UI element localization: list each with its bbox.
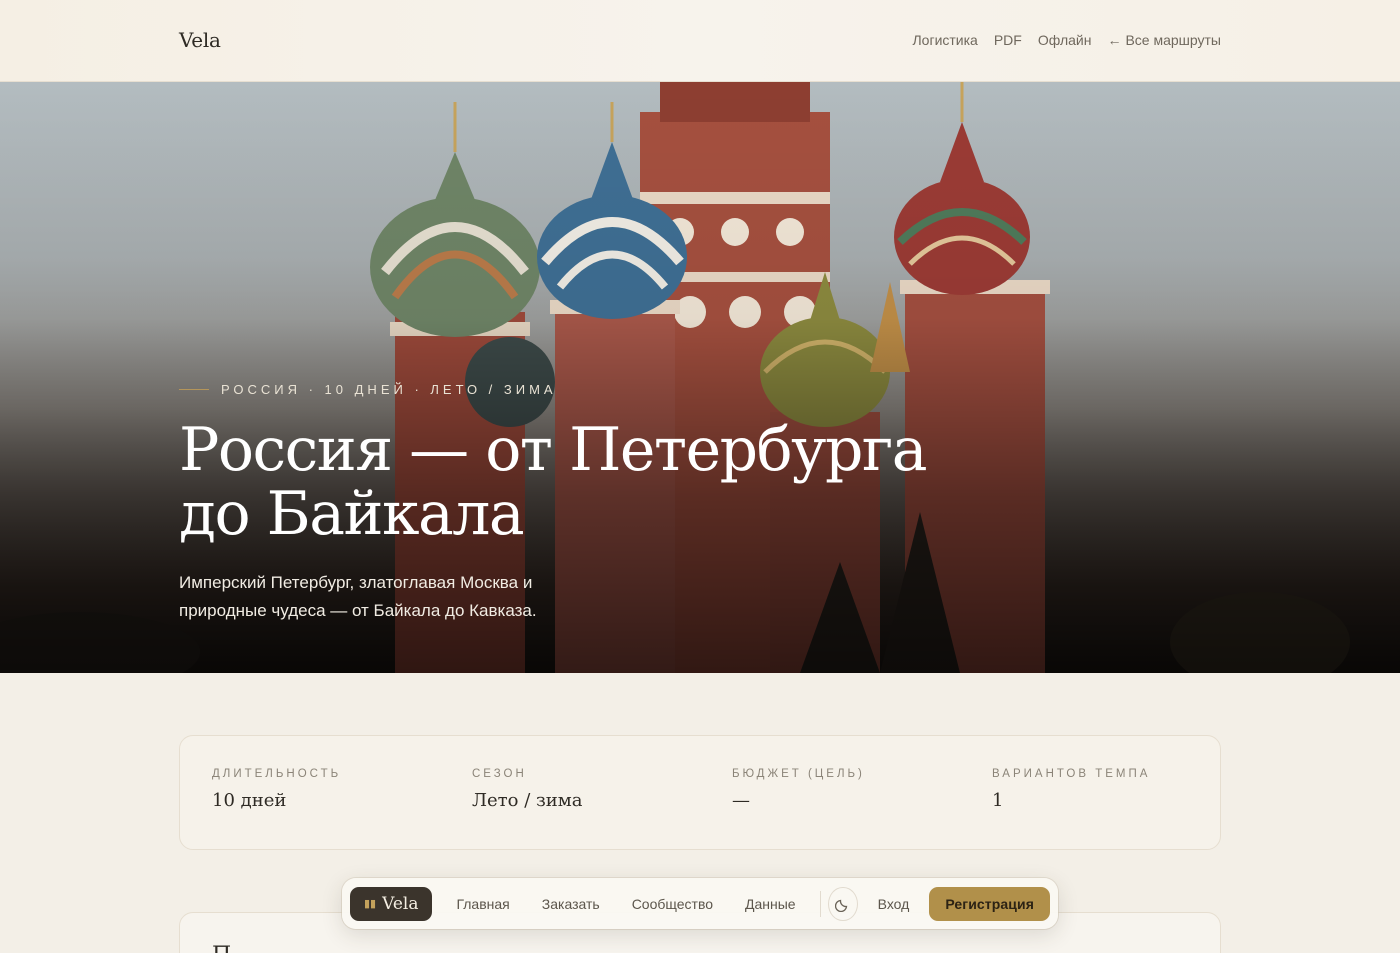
stat-budget: БЮДЖЕТ (ЦЕЛЬ) — <box>700 736 960 849</box>
hero-section: РОССИЯ · 10 ДНЕЙ · ЛЕТО / ЗИМА Россия — … <box>0 82 1400 673</box>
page-title: Россия — от Петербурга до Байкала <box>179 415 928 549</box>
nav-pdf[interactable]: PDF <box>994 32 1022 48</box>
vela-mark-icon: ▮▮ <box>364 897 377 910</box>
dock-link-data[interactable]: Данные <box>729 896 812 912</box>
hero-eyebrow: РОССИЯ · 10 ДНЕЙ · ЛЕТО / ЗИМА <box>179 382 557 397</box>
dock-divider <box>819 890 821 917</box>
signup-button[interactable]: Регистрация <box>929 886 1050 921</box>
stat-season: СЕЗОН Лето / зима <box>440 736 700 849</box>
stat-value: Лето / зима <box>472 790 583 811</box>
eyebrow-text: РОССИЯ · 10 ДНЕЙ · ЛЕТО / ЗИМА <box>221 382 557 397</box>
stat-label: ВАРИАНТОВ ТЕМПА <box>992 768 1151 780</box>
dock-brand-label: Vela <box>382 893 419 914</box>
all-routes-label: Все маршруты <box>1125 32 1221 48</box>
next-section-heading: П <box>212 943 231 953</box>
theme-toggle-button[interactable] <box>828 886 858 921</box>
dock-home-brand[interactable]: ▮▮ Vela <box>350 886 433 921</box>
stat-value: 1 <box>992 790 1004 811</box>
bottom-dock-nav: ▮▮ Vela Главная Заказать Сообщество Данн… <box>342 878 1058 929</box>
stat-label: ДЛИТЕЛЬНОСТЬ <box>212 768 342 780</box>
stat-pace-variants: ВАРИАНТОВ ТЕМПА 1 <box>960 736 1220 849</box>
eyebrow-rule <box>179 389 209 390</box>
nav-offline[interactable]: Офлайн <box>1038 32 1092 48</box>
dock-link-order[interactable]: Заказать <box>526 896 616 912</box>
stat-label: БЮДЖЕТ (ЦЕЛЬ) <box>732 768 865 780</box>
arrow-left-icon: ← <box>1107 32 1122 48</box>
stat-value: — <box>732 790 750 811</box>
stat-value: 10 дней <box>212 790 287 811</box>
dock-link-community[interactable]: Сообщество <box>616 896 729 912</box>
trip-stats-card: ДЛИТЕЛЬНОСТЬ 10 дней СЕЗОН Лето / зима Б… <box>179 735 1221 850</box>
hero-subtitle: Имперский Петербург, златоглавая Москва … <box>179 573 537 620</box>
top-nav: Логистика PDF Офлайн ← Все маршруты <box>912 32 1221 48</box>
brand-logo[interactable]: Vela <box>179 28 221 52</box>
moon-icon <box>835 899 848 912</box>
dock-link-home[interactable]: Главная <box>440 896 525 912</box>
nav-logistics[interactable]: Логистика <box>912 32 977 48</box>
all-routes-link[interactable]: ← Все маршруты <box>1107 32 1221 48</box>
stat-duration: ДЛИТЕЛЬНОСТЬ 10 дней <box>180 736 440 849</box>
top-header: Vela Логистика PDF Офлайн ← Все маршруты <box>0 0 1400 82</box>
login-button[interactable]: Вход <box>862 896 926 912</box>
stat-label: СЕЗОН <box>472 768 527 780</box>
